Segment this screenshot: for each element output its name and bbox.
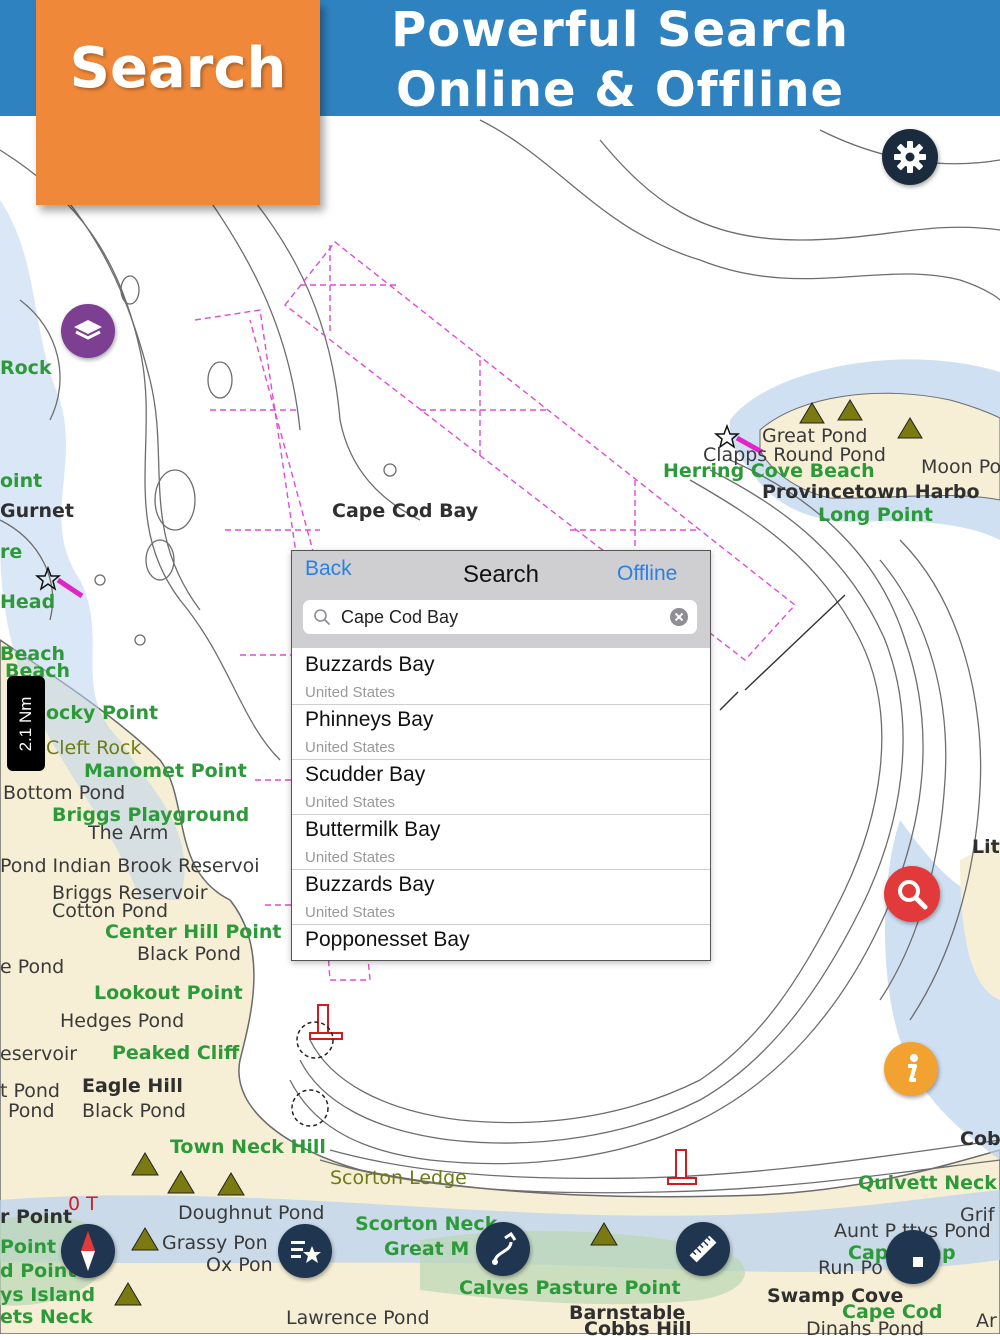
map-label-manomet-point: Manomet Point <box>84 760 247 782</box>
info-button[interactable] <box>884 1042 938 1096</box>
layers-button[interactable] <box>61 304 115 358</box>
map-label-the-arm: The Arm <box>88 822 169 844</box>
scale-label: 2.1 Nm <box>16 696 35 751</box>
map-label-town-neck-hill: Town Neck Hill <box>170 1136 326 1158</box>
gear-icon <box>894 141 926 173</box>
search-button[interactable] <box>884 866 940 922</box>
map-label-moon-pond: Moon Po <box>921 456 1000 478</box>
result-name: Buzzards Bay <box>305 873 435 896</box>
map-label-indian-brook: Pond Indian Brook Reservoi <box>0 855 260 877</box>
offline-button[interactable]: Offline <box>617 562 677 586</box>
map-label-black-pond-2: Black Pond <box>82 1100 186 1122</box>
compass-icon <box>81 1231 95 1271</box>
compass-button[interactable] <box>61 1224 115 1278</box>
map-label-herring-cove-beach: Herring Cove Beach <box>663 460 875 482</box>
map-label-point-2: Point <box>0 1236 57 1258</box>
map-label-ys-island: ys Island <box>0 1284 96 1306</box>
map-label-head: Head <box>0 591 56 613</box>
magnifier-icon <box>898 880 928 910</box>
map-label-gurnet: Gurnet <box>0 500 74 522</box>
result-name: Popponesset Bay <box>305 928 470 951</box>
clear-icon[interactable] <box>670 608 688 626</box>
ruler-icon <box>689 1235 717 1263</box>
result-name: Buzzards Bay <box>305 653 435 676</box>
info-icon <box>908 1054 918 1082</box>
map-label-doughnut-pond: Doughnut Pond <box>178 1202 325 1224</box>
map-label-quivett-neck: Quivett Neck <box>858 1172 997 1194</box>
map-label-cob: Cob <box>960 1128 1000 1150</box>
map-label-peaked-cliff: Peaked Cliff <box>112 1042 240 1064</box>
map-label-eagle-hill: Eagle Hill <box>82 1075 183 1097</box>
map-label-long-point: Long Point <box>818 504 934 526</box>
result-name: Phinneys Bay <box>305 708 434 731</box>
map-label-pond-left-2: Pond <box>8 1100 55 1122</box>
map-label-lawrence-pond: Lawrence Pond <box>286 1307 430 1329</box>
result-country: United States <box>305 794 396 811</box>
map-label-cobbs-hill: Cobbs Hill <box>584 1318 692 1340</box>
map-label-black-pond-1: Black Pond <box>137 943 241 965</box>
stop-icon <box>913 1257 923 1267</box>
map-label-cape-cod-bay: Cape Cod Bay <box>332 500 479 522</box>
measure-button[interactable] <box>676 1222 730 1276</box>
search-tag-label: Search <box>69 36 287 101</box>
map-label-grassy-pond: Grassy Pon <box>162 1232 268 1254</box>
result-country: United States <box>305 684 396 701</box>
map-label-scorton-neck: Scorton Neck <box>355 1213 498 1235</box>
favorites-list-button[interactable] <box>278 1224 332 1278</box>
map-label-zero-t: 0 T <box>68 1193 98 1215</box>
search-field[interactable] <box>303 600 697 634</box>
map-label-cotton-pond: Cotton Pond <box>52 900 169 922</box>
list-star-icon <box>291 1241 321 1263</box>
result-country: United States <box>305 849 396 866</box>
map-label-lit: Lit <box>972 836 1000 858</box>
map-label-rocky-point: ocky Point <box>46 702 159 724</box>
layers-icon <box>74 320 102 340</box>
map-label-eservoir: eservoir <box>0 1043 78 1065</box>
map-label-ets-neck: ets Neck <box>0 1306 93 1328</box>
search-tag: Search <box>36 0 320 205</box>
search-result-item[interactable]: Popponesset Bay <box>292 925 710 979</box>
search-result-item[interactable]: Scudder Bay United States <box>292 760 710 815</box>
search-result-item[interactable]: Buzzards Bay United States <box>292 650 710 705</box>
search-input[interactable] <box>341 600 659 634</box>
map-label-grif: Grif <box>960 1204 995 1226</box>
track-record-button[interactable] <box>886 1230 940 1284</box>
settings-button[interactable] <box>882 129 938 185</box>
search-results-list: Buzzards Bay United States Phinneys Bay … <box>292 650 710 979</box>
search-icon <box>314 609 330 625</box>
map-label-pond-left-1: t Pond <box>0 1080 60 1102</box>
map-label-point-1: r Point <box>0 1206 73 1228</box>
route-button[interactable] <box>476 1222 530 1276</box>
map-label-provincetown-harbor: Provincetown Harbo <box>762 481 980 503</box>
headline: Powerful Search Online & Offline <box>300 0 940 120</box>
search-result-item[interactable]: Phinneys Bay United States <box>292 705 710 760</box>
map-label-dinahs-pond: Dinahs Pond <box>806 1318 925 1340</box>
headline-line-1: Powerful Search <box>391 2 849 58</box>
search-result-item[interactable]: Buttermilk Bay United States <box>292 815 710 870</box>
result-name: Scudder Bay <box>305 763 426 786</box>
result-country: United States <box>305 904 396 921</box>
map-label-re: re <box>0 541 23 563</box>
map-label-cleft-rock: Cleft Rock <box>46 737 142 759</box>
map-label-rock: Rock <box>0 357 52 379</box>
map-label-oint: oint <box>0 470 43 492</box>
map-label-calves-pasture-point: Calves Pasture Point <box>459 1277 681 1299</box>
map-label-run-pond: Run Po <box>818 1257 883 1279</box>
search-result-item[interactable]: Buzzards Bay United States <box>292 870 710 925</box>
map-label-ar: Ar <box>976 1310 997 1332</box>
map-label-scorton-ledge: Scorton Ledge <box>330 1167 467 1189</box>
map-label-center-hill-point: Center Hill Point <box>105 921 282 943</box>
result-country: United States <box>305 739 396 756</box>
map-label-hedges-pond: Hedges Pond <box>60 1010 185 1032</box>
route-icon <box>492 1232 517 1265</box>
search-panel-header: Back Search Offline <box>292 551 710 648</box>
map-label-bottom-pond: Bottom Pond <box>3 782 126 804</box>
search-panel: Back Search Offline Buzzards Bay United … <box>291 550 711 961</box>
headline-line-2: Online & Offline <box>395 62 845 118</box>
result-name: Buttermilk Bay <box>305 818 441 841</box>
map-label-ox-pond: Ox Pon <box>206 1254 273 1276</box>
map-label-e-pond: e Pond <box>0 956 65 978</box>
scale-bar: 2.1 Nm <box>7 676 45 771</box>
map-label-lookout-point: Lookout Point <box>94 982 243 1004</box>
